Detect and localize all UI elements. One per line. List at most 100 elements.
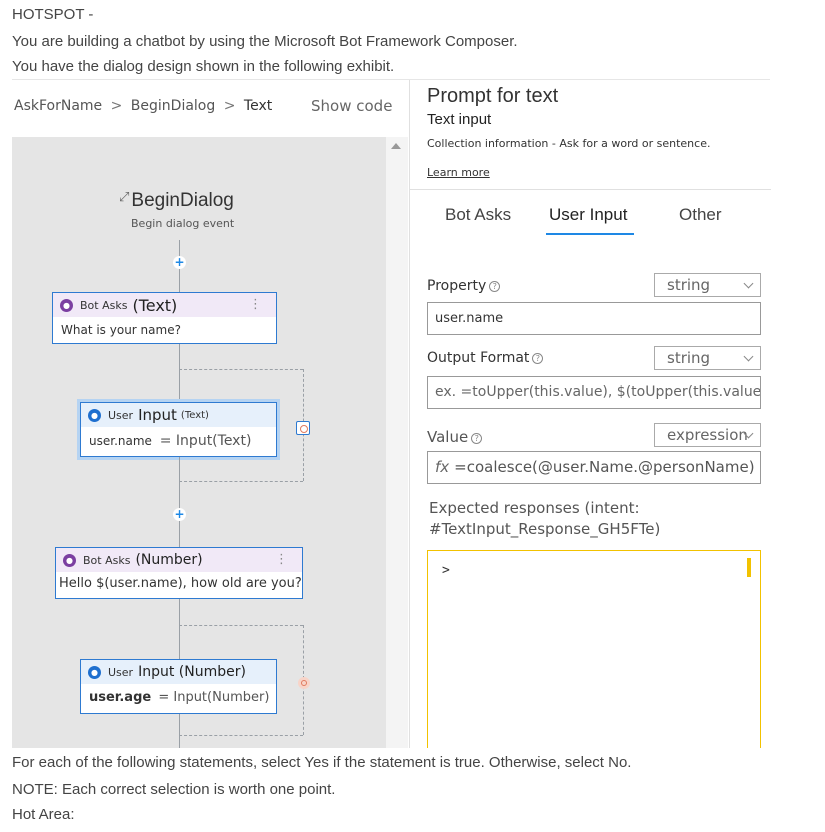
property-input[interactable]: user.name <box>427 302 761 335</box>
property-label: Property? <box>427 278 501 294</box>
panel-description: Collection information - Ask for a word … <box>427 137 711 150</box>
node-header: ● User Input (Number) <box>81 660 276 684</box>
value-type-value: expression <box>667 426 748 444</box>
breadcrumb-separator: > <box>223 98 236 114</box>
node-body: user.name = Input(Text) <box>81 427 276 455</box>
tab-other[interactable]: Other <box>679 205 722 225</box>
user-input-icon: ● <box>88 408 101 422</box>
connector-line <box>179 714 180 748</box>
node-body-expression: = Input(Text) <box>159 433 252 449</box>
editor-prompt: > <box>442 563 450 578</box>
fx-icon: fx <box>435 458 450 476</box>
recognizer-icon[interactable] <box>298 677 310 689</box>
expected-responses-label: Expected responses (intent: #TextInput_R… <box>429 499 661 538</box>
active-tab-indicator <box>546 233 634 235</box>
output-format-label-text: Output Format <box>427 350 530 366</box>
node-header: ● User Input (Text) <box>81 403 276 427</box>
question-exhibit-text: You have the dialog design shown in the … <box>12 58 395 75</box>
question-instruction: For each of the following statements, se… <box>12 754 632 771</box>
node-header: ● Bot Asks (Text) ⋮ <box>53 293 276 317</box>
value-input[interactable]: fx =coalesce(@user.Name.@personName) <box>427 451 761 484</box>
breadcrumb-separator: > <box>110 98 123 114</box>
tab-user-input[interactable]: User Input <box>549 205 627 225</box>
chevron-down-icon <box>743 278 754 289</box>
loop-connector <box>179 625 303 626</box>
learn-more-link[interactable]: Learn more <box>427 166 490 179</box>
value-label: Value? <box>427 428 483 446</box>
dialog-designer-pane: AskForName > BeginDialog > Text Show cod… <box>0 80 408 748</box>
node-body-expression: = Input(Number) <box>158 690 270 705</box>
value-input-text: =coalesce(@user.Name.@personName) <box>454 458 755 476</box>
loop-connector <box>179 369 303 370</box>
node-kind-label: Bot Asks <box>83 553 131 567</box>
help-icon[interactable]: ? <box>471 433 483 444</box>
help-icon[interactable]: ? <box>532 353 544 364</box>
chevron-down-icon <box>743 351 754 362</box>
connector-line <box>179 599 180 659</box>
user-input-icon: ● <box>88 665 101 679</box>
begin-dialog-icon: ⤢ <box>119 189 130 204</box>
node-type-label: (Number) <box>135 552 203 568</box>
expected-responses-editor[interactable]: > <box>427 550 761 748</box>
hot-area-label: Hot Area: <box>12 806 75 823</box>
loop-connector <box>179 481 303 482</box>
node-type-label: Input <box>138 406 177 424</box>
property-type-select[interactable]: string <box>654 273 761 297</box>
connector-line <box>179 457 180 547</box>
bot-asks-icon: ● <box>60 298 73 312</box>
node-type-suffix: (Text) <box>180 409 209 421</box>
node-body: What is your name? <box>61 323 181 337</box>
node-body: user.age = Input(Number) <box>81 684 276 711</box>
more-options-icon[interactable]: ⋮ <box>249 297 262 312</box>
trigger-title[interactable]: ⤢ BeginDialog <box>119 189 234 212</box>
recognizer-icon[interactable] <box>296 421 310 435</box>
breadcrumb: AskForName > BeginDialog > Text <box>14 98 272 114</box>
output-format-type-value: string <box>667 349 711 367</box>
add-action-button[interactable]: + <box>173 508 186 521</box>
properties-panel: Prompt for text Text input Collection in… <box>409 80 771 748</box>
node-kind-label: Bot Asks <box>80 298 128 312</box>
output-format-type-select[interactable]: string <box>654 346 761 370</box>
question-note: NOTE: Each correct selection is worth on… <box>12 781 336 798</box>
help-icon[interactable]: ? <box>489 281 501 292</box>
node-type-label: Input (Number) <box>138 664 246 680</box>
user-input-text-node[interactable]: ● User Input (Text) user.name = Input(Te… <box>80 402 277 457</box>
node-header: ● Bot Asks (Number) ⋮ <box>56 548 302 572</box>
property-label-text: Property <box>427 278 487 294</box>
more-options-icon[interactable]: ⋮ <box>275 552 288 567</box>
connector-line <box>179 344 180 402</box>
output-format-label: Output Format? <box>427 350 544 366</box>
trigger-subtitle: Begin dialog event <box>131 217 235 230</box>
loop-connector <box>179 735 303 736</box>
flow-canvas: ⤢ BeginDialog Begin dialog event + ● Bot … <box>12 137 386 748</box>
property-type-value: string <box>667 276 711 294</box>
bot-asks-text-node[interactable]: ● Bot Asks (Text) ⋮ What is your name? <box>52 292 277 344</box>
question-header: HOTSPOT - <box>12 6 94 23</box>
output-format-input[interactable]: ex. =toUpper(this.value), $(toUpper(this… <box>427 376 761 409</box>
value-type-select[interactable]: expression <box>654 423 761 447</box>
add-action-button[interactable]: + <box>173 256 186 269</box>
node-body-property: user.age <box>89 690 152 705</box>
scroll-up-icon[interactable] <box>391 143 401 149</box>
canvas-scrollbar[interactable] <box>386 137 408 748</box>
question-intro: You are building a chatbot by using the … <box>12 33 518 50</box>
bot-asks-icon: ● <box>63 553 76 567</box>
breadcrumb-item-trigger[interactable]: BeginDialog <box>131 98 215 114</box>
panel-divider <box>410 189 771 190</box>
show-code-button[interactable]: Show code <box>311 97 392 115</box>
node-kind-label: User <box>108 408 134 422</box>
user-input-number-node[interactable]: ● User Input (Number) user.age = Input(N… <box>80 659 277 714</box>
value-label-text: Value <box>427 428 469 446</box>
node-body-property: user.name <box>89 434 152 448</box>
breadcrumb-item-current[interactable]: Text <box>244 98 272 114</box>
breadcrumb-item-dialog[interactable]: AskForName <box>14 98 102 114</box>
panel-title: Prompt for text <box>427 85 559 107</box>
panel-subtitle: Text input <box>427 111 492 128</box>
trigger-title-text: BeginDialog <box>131 190 234 211</box>
node-body: Hello $(user.name), how old are you? <box>59 576 302 591</box>
bot-asks-number-node[interactable]: ● Bot Asks (Number) ⋮ Hello $(user.name)… <box>55 547 303 599</box>
node-kind-label: User <box>108 665 134 679</box>
node-type-label: (Text) <box>132 295 178 315</box>
editor-caret <box>747 558 751 577</box>
tab-bot-asks[interactable]: Bot Asks <box>445 205 511 225</box>
